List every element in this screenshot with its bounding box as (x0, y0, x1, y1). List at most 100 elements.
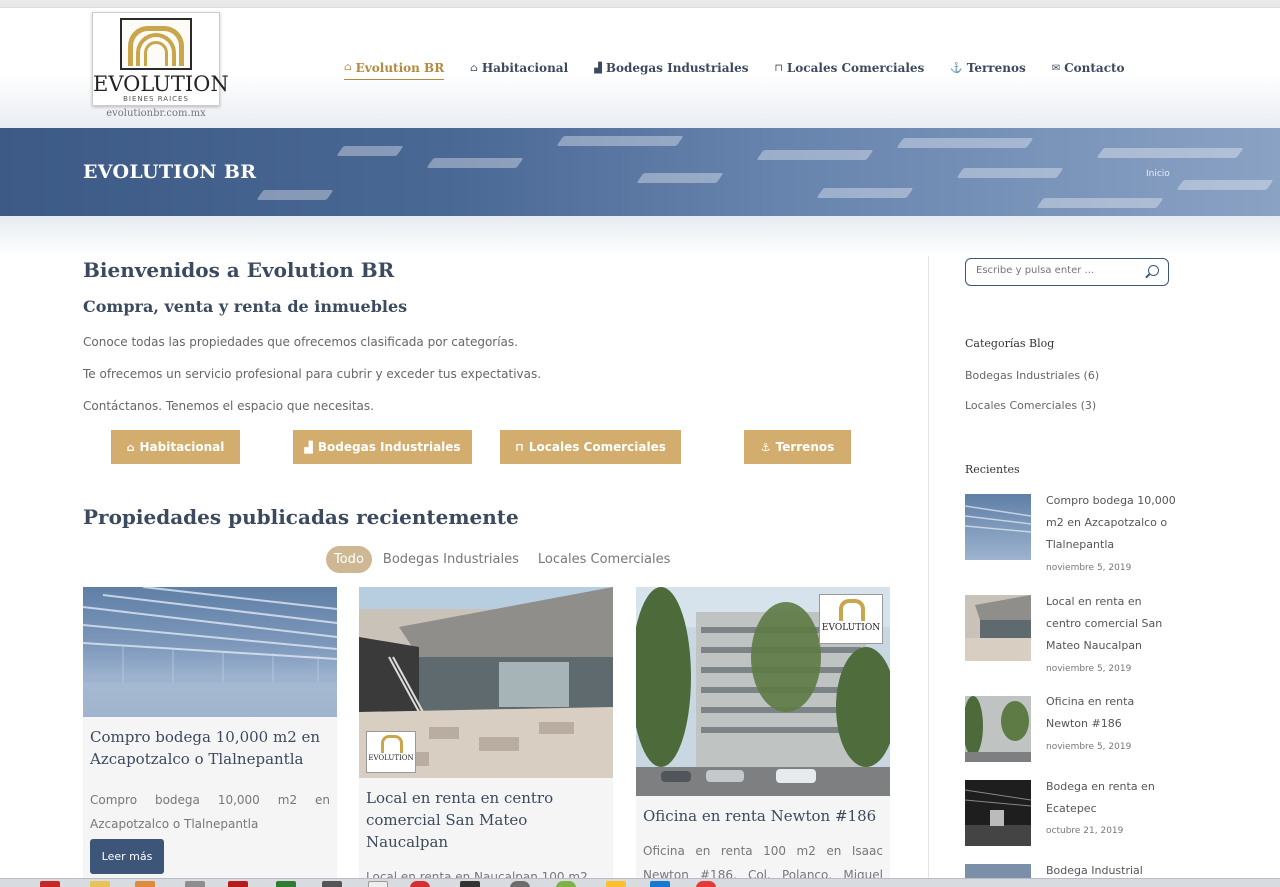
recent-thumbnail[interactable] (965, 864, 1031, 878)
bodegas-industriales-button[interactable]: ▟ Bodegas Industriales (293, 430, 472, 464)
intro-paragraph: Te ofrecemos un servicio profesional par… (83, 367, 542, 381)
taskbar-app-icon[interactable] (40, 881, 60, 887)
nav-label: Locales Comerciales (786, 61, 925, 75)
property-image[interactable] (83, 587, 337, 717)
recent-heading: Recientes (965, 463, 1020, 476)
property-filters: Todo Bodegas Industriales Locales Comerc… (326, 546, 689, 573)
property-image[interactable]: EVOLUTION (636, 587, 890, 796)
top-border (0, 0, 1280, 8)
recent-post-title[interactable]: Bodega en renta en Ecatepec (1046, 776, 1176, 820)
taskbar-app-icon[interactable] (556, 881, 576, 887)
recent-post-title[interactable]: Local en renta en centro comercial San M… (1046, 591, 1176, 657)
search-icon[interactable] (1148, 265, 1159, 276)
taskbar-app-icon[interactable] (185, 881, 205, 887)
property-card: EVOLUTION Oficina en renta Newton #186 O… (636, 587, 890, 887)
recent-post-date: noviembre 5, 2019 (1046, 664, 1132, 674)
recent-thumbnail[interactable] (965, 494, 1031, 560)
card-title[interactable]: Local en renta en centro comercial San M… (359, 778, 613, 853)
recent-thumbnail[interactable] (965, 696, 1031, 762)
nav-label: Contacto (1064, 61, 1125, 75)
button-label: Habitacional (139, 440, 225, 454)
taskbar-app-icon[interactable] (650, 881, 670, 887)
home-icon: ⌂ (126, 440, 135, 454)
logo-watermark: EVOLUTION (819, 594, 883, 644)
filter-locales-comerciales[interactable]: Locales Comerciales (538, 552, 670, 567)
recent-post-date: noviembre 5, 2019 (1046, 742, 1132, 752)
os-taskbar (0, 878, 1280, 887)
nav-item-contacto[interactable]: ✉ Contacto (1052, 58, 1125, 78)
recent-post-title[interactable]: Oficina en renta Newton #186 (1046, 691, 1176, 735)
page-title: EVOLUTION BR (83, 161, 257, 183)
contact-icon: ✉ (1051, 62, 1061, 74)
taskbar-app-icon[interactable] (276, 881, 296, 887)
taskbar-app-icon[interactable] (368, 881, 388, 887)
terrenos-button[interactable]: ⚓ Terrenos (744, 430, 851, 464)
home-outline-icon: ⌂ (470, 62, 478, 74)
recent-thumbnail[interactable] (965, 780, 1031, 846)
nav-label: Bodegas Industriales (605, 61, 749, 75)
filter-todo[interactable]: Todo (326, 546, 372, 573)
site-logo[interactable]: EVOLUTION BIENES RAICES (92, 12, 229, 106)
card-title[interactable]: Oficina en renta Newton #186 (636, 796, 890, 827)
taskbar-app-icon[interactable] (135, 881, 155, 887)
property-card: Compro bodega 10,000 m2 en Azcapotzalco … (83, 587, 337, 887)
recent-post-date: octubre 21, 2019 (1046, 826, 1124, 836)
property-image[interactable]: EVOLUTION (359, 587, 613, 778)
main-nav: ⌂ Evolution BR ⌂ Habitacional ▟ Bodegas … (344, 58, 1151, 80)
breadcrumb[interactable]: Inicio (1146, 169, 1170, 179)
nav-label: Habitacional (481, 61, 569, 75)
taskbar-app-icon[interactable] (510, 881, 530, 887)
card-title[interactable]: Compro bodega 10,000 m2 en Azcapotzalco … (83, 717, 337, 770)
store-icon: ⊓ (515, 440, 524, 454)
anchor-icon: ⚓ (950, 62, 963, 74)
taskbar-app-icon[interactable] (410, 881, 430, 887)
read-more-button[interactable]: Leer más (90, 839, 164, 874)
home-icon: ⌂ (344, 62, 352, 73)
store-icon: ⊓ (774, 62, 783, 74)
intro-paragraph: Contáctanos. Tenemos el espacio que nece… (83, 399, 374, 413)
factory-icon: ▟ (304, 440, 313, 454)
search-input[interactable] (976, 265, 1141, 276)
recent-post-date: noviembre 5, 2019 (1046, 563, 1132, 573)
nav-label: Evolution BR (355, 60, 445, 75)
nav-item-locales-comerciales[interactable]: ⊓ Locales Comerciales (774, 58, 924, 78)
sidebar-divider (928, 256, 929, 887)
recent-thumbnail[interactable] (965, 595, 1031, 661)
property-card: EVOLUTION Local en renta en centro comer… (359, 587, 613, 887)
factory-icon: ▟ (594, 62, 602, 74)
categories-heading: Categorías Blog (965, 337, 1055, 350)
logo-title: EVOLUTION (93, 72, 229, 96)
category-link[interactable]: Bodegas Industriales (6) (965, 369, 1099, 382)
habitacional-button[interactable]: ⌂ Habitacional (111, 430, 240, 464)
taskbar-app-icon[interactable] (322, 881, 342, 887)
logo-url: evolutionbr.com.mx (106, 108, 206, 119)
banner-shadow (0, 216, 1280, 256)
button-label: Bodegas Industriales (317, 440, 461, 454)
taskbar-app-icon[interactable] (460, 881, 480, 887)
recent-post-title[interactable]: Compro bodega 10,000 m2 en Azcapotzalco … (1046, 490, 1176, 556)
anchor-icon: ⚓ (760, 440, 771, 454)
page-banner: EVOLUTION BR Inicio (0, 128, 1280, 216)
taskbar-app-icon[interactable] (606, 881, 626, 887)
locales-comerciales-button[interactable]: ⊓ Locales Comerciales (500, 430, 681, 464)
category-link[interactable]: Locales Comerciales (3) (965, 399, 1096, 412)
filter-bodegas-industriales[interactable]: Bodegas Industriales (383, 552, 519, 567)
taskbar-app-icon[interactable] (90, 881, 110, 887)
logo-watermark: EVOLUTION (366, 731, 416, 773)
taskbar-app-icon[interactable] (696, 881, 716, 887)
taskbar-app-icon[interactable] (228, 881, 248, 887)
nav-item-terrenos[interactable]: ⚓ Terrenos (950, 58, 1025, 78)
nav-item-bodegas-industriales[interactable]: ▟ Bodegas Industriales (594, 58, 748, 78)
nav-item-evolution-br[interactable]: ⌂ Evolution BR (344, 58, 445, 80)
search-box (965, 258, 1169, 286)
site-header: EVOLUTION BIENES RAICES evolutionbr.com.… (0, 8, 1280, 128)
card-excerpt: Compro bodega 10,000 m2 en Azcapotzalco … (90, 793, 330, 831)
recent-properties-heading: Propiedades publicadas recientemente (83, 505, 519, 529)
intro-paragraph: Conoce todas las propiedades que ofrecem… (83, 335, 518, 349)
welcome-subheading: Compra, venta y renta de inmuebles (83, 297, 408, 316)
button-label: Locales Comerciales (528, 440, 666, 454)
nav-item-habitacional[interactable]: ⌂ Habitacional (470, 58, 568, 78)
button-label: Terrenos (775, 440, 835, 454)
logo-emblem (120, 18, 192, 70)
nav-label: Terrenos (966, 61, 1026, 75)
